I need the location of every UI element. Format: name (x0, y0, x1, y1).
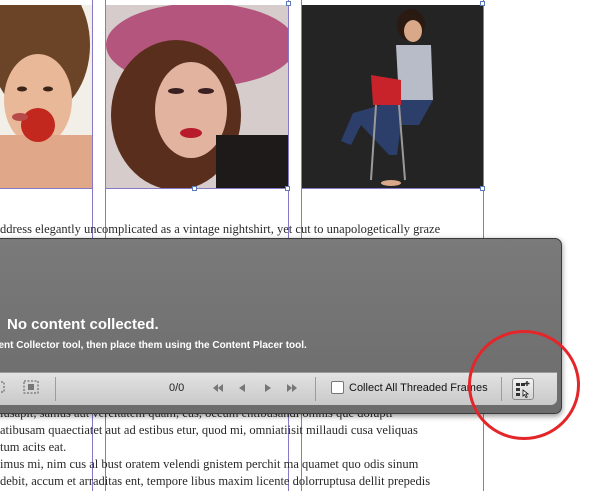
frame-handle[interactable] (192, 186, 197, 191)
next-icon[interactable] (261, 381, 275, 395)
woman-eating-apple-photo[interactable] (0, 5, 92, 188)
collect-all-threaded-frames-checkbox[interactable] (331, 381, 344, 394)
empty-state-hint: ntent Collector tool, then place them us… (0, 340, 307, 351)
text-line: imus mi, nim cus al bust oratem velendi … (0, 457, 419, 471)
item-counter: 0/0 (169, 382, 185, 394)
woman-pink-hat-photo[interactable] (106, 5, 288, 188)
text-line: debit, accum et arraditas ent, tempore l… (0, 474, 431, 488)
story-text-top[interactable]: ddress elegantly uncomplicated as a vint… (0, 221, 480, 238)
frame-edge (301, 188, 483, 189)
woman-on-red-chair-photo[interactable] (301, 5, 483, 188)
last-icon[interactable] (285, 381, 299, 395)
text-line: tum acits eat. (0, 440, 67, 454)
previous-icon[interactable] (235, 381, 249, 395)
frame-handle[interactable] (285, 186, 290, 191)
frame-handle[interactable] (480, 1, 485, 6)
place-mode-icon[interactable] (0, 380, 7, 397)
frame-handle[interactable] (286, 1, 291, 6)
toolbar-divider (315, 377, 316, 401)
frame-edge (106, 188, 288, 189)
toolbar-divider (55, 377, 56, 401)
collect-all-threaded-frames-label[interactable]: Collect All Threaded Frames (349, 382, 488, 394)
empty-state-title: No content collected. (7, 316, 159, 333)
first-icon[interactable] (211, 381, 225, 395)
highlight-circle (468, 330, 580, 440)
text-line: atibusam quaectiatet aut ad estibus etur… (0, 423, 418, 437)
story-text-bottom[interactable]: iusapit, samus aut vercitatem quam, cus,… (0, 405, 480, 490)
frame-handle[interactable] (480, 186, 485, 191)
collect-mode-icon[interactable] (23, 380, 39, 397)
text-line: ddress elegantly uncomplicated as a vint… (0, 222, 441, 236)
frame-edge (0, 188, 92, 189)
